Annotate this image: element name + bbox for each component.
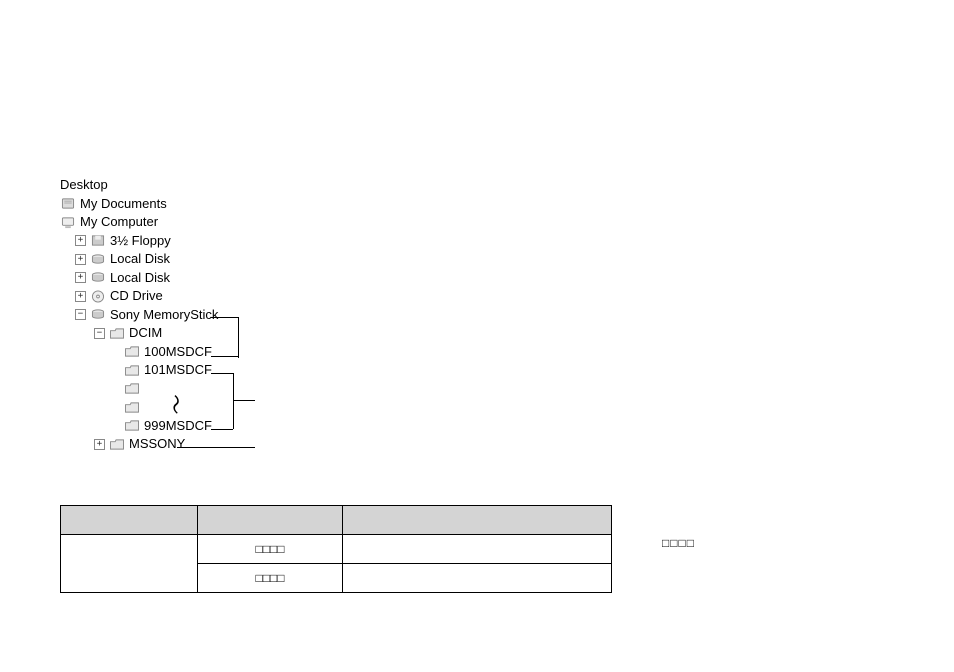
cd-icon: [90, 289, 106, 303]
tree-row-dcim[interactable]: − DCIM: [60, 324, 218, 343]
computer-icon: [60, 215, 76, 229]
expand-toggle[interactable]: +: [75, 254, 86, 265]
tree-row-101msdcf[interactable]: 101MSDCF: [60, 361, 218, 380]
tree-label: Local Disk: [110, 269, 170, 288]
tree-label: Desktop: [60, 176, 108, 195]
folder-tree: Desktop My Documents My Computer + 3½ Fl…: [60, 176, 218, 454]
tree-label: 101MSDCF: [144, 361, 212, 380]
disk-icon: [90, 252, 106, 266]
tree-row-999msdcf[interactable]: 999MSDCF: [60, 417, 218, 436]
table-cell: [343, 535, 612, 564]
tree-label: CD Drive: [110, 287, 163, 306]
folder-icon: [124, 419, 140, 433]
expand-toggle[interactable]: +: [75, 272, 86, 283]
table-cell: □□□□: [198, 564, 343, 593]
table-header-cell: [61, 506, 198, 535]
table-header-row: [61, 506, 612, 535]
tree-label: 999MSDCF: [144, 417, 212, 436]
range-tilde: 〜: [163, 393, 192, 413]
tree-row-memorystick[interactable]: − Sony MemoryStick: [60, 306, 218, 325]
side-label: □□□□: [662, 536, 695, 550]
tree-label: Local Disk: [110, 250, 170, 269]
info-table: □□□□ □□□□: [60, 505, 612, 593]
expand-toggle[interactable]: +: [75, 235, 86, 246]
folder-icon: [124, 400, 140, 414]
table-header-cell: [198, 506, 343, 535]
tree-label: My Computer: [80, 213, 158, 232]
callout-line: [233, 373, 234, 429]
disk-icon: [90, 308, 106, 322]
folder-icon: [109, 326, 125, 340]
expand-toggle[interactable]: −: [75, 309, 86, 320]
callout-line: [211, 317, 239, 358]
tree-row-local-disk-2[interactable]: + Local Disk: [60, 269, 218, 288]
folder-icon: [124, 382, 140, 396]
tree-label: MSSONY: [129, 435, 185, 454]
table-cell: [343, 564, 612, 593]
tree-label: 3½ Floppy: [110, 232, 171, 251]
tree-label: My Documents: [80, 195, 167, 214]
tree-row-100msdcf[interactable]: 100MSDCF: [60, 343, 218, 362]
tree-row-ellipsis-2: [60, 398, 218, 417]
tree-row-my-computer[interactable]: My Computer: [60, 213, 218, 232]
tree-row-floppy[interactable]: + 3½ Floppy: [60, 232, 218, 251]
tree-label: DCIM: [129, 324, 162, 343]
expand-toggle[interactable]: −: [94, 328, 105, 339]
tree-label: 100MSDCF: [144, 343, 212, 362]
folder-icon: [124, 363, 140, 377]
table-cell: □□□□: [198, 535, 343, 564]
callout-line: [211, 429, 233, 430]
expand-toggle[interactable]: +: [75, 291, 86, 302]
folder-icon: [124, 345, 140, 359]
tree-row-local-disk-1[interactable]: + Local Disk: [60, 250, 218, 269]
tree-row-cd-drive[interactable]: + CD Drive: [60, 287, 218, 306]
documents-icon: [60, 197, 76, 211]
disk-icon: [90, 271, 106, 285]
callout-line: [177, 447, 255, 448]
tree-row-my-documents[interactable]: My Documents: [60, 195, 218, 214]
table-row: □□□□: [61, 535, 612, 564]
table-header-cell: [343, 506, 612, 535]
callout-line: [233, 400, 255, 401]
table-cell: [61, 535, 198, 593]
tree-row-ellipsis-1: [60, 380, 218, 399]
floppy-icon: [90, 234, 106, 248]
tree-row-mssony[interactable]: + MSSONY: [60, 435, 218, 454]
tree-row-desktop[interactable]: Desktop: [60, 176, 218, 195]
tree-label: Sony MemoryStick: [110, 306, 218, 325]
callout-line: [211, 373, 233, 374]
folder-icon: [109, 437, 125, 451]
expand-toggle[interactable]: +: [94, 439, 105, 450]
callout-line: [211, 356, 238, 357]
